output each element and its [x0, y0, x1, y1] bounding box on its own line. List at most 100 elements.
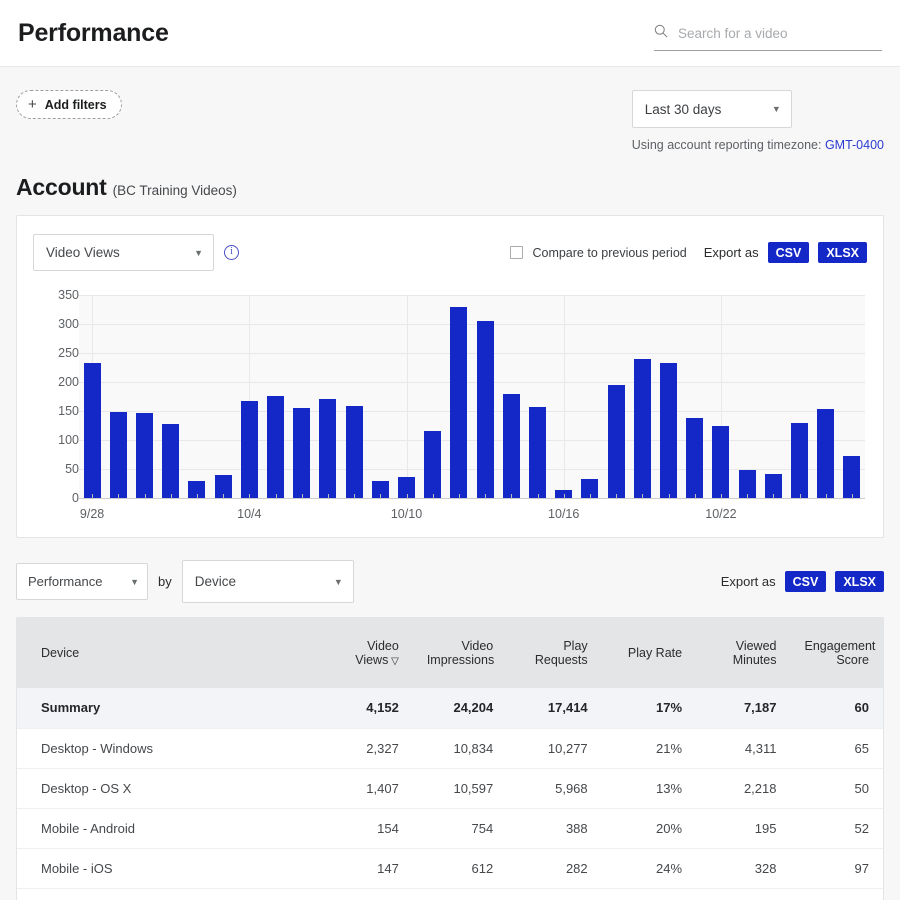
table-row[interactable]: Mobile - Android15475438820%19552	[17, 808, 883, 848]
chart-x-tickmark	[223, 494, 224, 499]
chart-y-tick-label: 300	[33, 317, 79, 331]
chart-bar[interactable]	[136, 413, 153, 498]
chart-x-tickmark	[616, 494, 617, 499]
metric-select[interactable]: Video Views ▼	[33, 234, 214, 271]
chart-x-tickmark	[459, 494, 460, 499]
table-cell-video_impressions: 612	[413, 848, 507, 888]
table-header-device[interactable]: Device	[17, 618, 318, 688]
table-header-engagement_score[interactable]: Engagement Score	[791, 618, 884, 688]
chart-bar[interactable]	[608, 385, 625, 498]
table-header-play_requests[interactable]: Play Requests	[507, 618, 601, 688]
table-controls: Performance ▼ by Device ▼ Export as CSV …	[16, 560, 884, 603]
chart-x-tick-label: 10/10	[391, 507, 422, 521]
table-row[interactable]: Desktop - Linux1031,01645410%12541	[17, 888, 883, 900]
chevron-down-icon: ▼	[334, 577, 343, 587]
table-header-viewed_minutes[interactable]: Viewed Minutes	[696, 618, 790, 688]
chart-y-tick-label: 150	[33, 404, 79, 418]
chart-x-tickmark	[328, 494, 329, 499]
chart-bar[interactable]	[477, 321, 494, 498]
chart-x-axis: 9/2810/410/1010/1610/22	[79, 507, 865, 527]
date-range-value: Last 30 days	[645, 102, 722, 117]
table-row[interactable]: Desktop - Windows2,32710,83410,27721%4,3…	[17, 728, 883, 768]
date-range-area: Last 30 days ▼ Using account reporting t…	[632, 90, 884, 152]
chart-bar[interactable]	[162, 424, 179, 498]
date-range-select[interactable]: Last 30 days ▼	[632, 90, 792, 128]
chart-bar[interactable]	[712, 426, 729, 498]
chart-bar[interactable]	[319, 399, 336, 498]
video-search[interactable]	[654, 24, 882, 51]
table-header-video_impressions[interactable]: Video Impressions	[413, 618, 507, 688]
chart-export-csv-button[interactable]: CSV	[768, 242, 810, 263]
table-cell-play_requests: 454	[507, 888, 601, 900]
table-header-label: Viewed Minutes	[733, 639, 777, 667]
chart-bar[interactable]	[110, 412, 127, 498]
compare-checkbox[interactable]	[510, 246, 523, 259]
add-filters-button[interactable]: + Add filters	[16, 90, 122, 119]
chart-x-tickmark	[511, 494, 512, 499]
table-cell-video_views: 147	[318, 848, 412, 888]
chart-x-tickmark	[695, 494, 696, 499]
timezone-prefix: Using account reporting timezone:	[632, 138, 825, 152]
chart-x-tickmark	[669, 494, 670, 499]
performance-table-card: DeviceVideo Views ▽ Video Impressions Play…	[16, 617, 884, 900]
report-type-select[interactable]: Performance ▼	[16, 563, 148, 600]
chart-bar[interactable]	[503, 394, 520, 498]
filter-bar: + Add filters Last 30 days ▼ Using accou…	[16, 67, 884, 152]
table-export-csv-button[interactable]: CSV	[785, 571, 827, 592]
chart-x-tickmark	[249, 494, 250, 499]
account-title: Account	[16, 174, 107, 201]
table-cell-device: Mobile - Android	[17, 808, 318, 848]
chart-y-tick-label: 200	[33, 375, 79, 389]
chart-bar[interactable]	[241, 401, 258, 498]
chart-bar[interactable]	[346, 406, 363, 498]
chart-y-tick-label: 50	[33, 462, 79, 476]
chart-x-tickmark	[118, 494, 119, 499]
chart-bar[interactable]	[450, 307, 467, 498]
table-cell-video_impressions: 24,204	[413, 688, 507, 728]
chart-y-axis: 050100150200250300350	[27, 295, 79, 499]
table-cell-viewed_minutes: 195	[696, 808, 790, 848]
chart-bar[interactable]	[817, 409, 834, 498]
chart-bar[interactable]	[686, 418, 703, 498]
table-row[interactable]: Desktop - OS X1,40710,5975,96813%2,21850	[17, 768, 883, 808]
chart-export-xlsx-button[interactable]: XLSX	[818, 242, 867, 263]
table-export-xlsx-button[interactable]: XLSX	[835, 571, 884, 592]
table-cell-video_impressions: 10,597	[413, 768, 507, 808]
table-cell-video_impressions: 10,834	[413, 728, 507, 768]
table-cell-video_views: 4,152	[318, 688, 412, 728]
chart-bar[interactable]	[84, 363, 101, 498]
chart-x-tickmark	[354, 494, 355, 499]
table-row[interactable]: Mobile - iOS14761228224%32897	[17, 848, 883, 888]
table-header-play_rate[interactable]: Play Rate	[602, 618, 696, 688]
chart-bar[interactable]	[634, 359, 651, 498]
table-summary-row[interactable]: Summary4,15224,20417,41417%7,18760	[17, 688, 883, 728]
chart-x-tickmark	[92, 494, 93, 499]
metric-value: Video Views	[46, 245, 120, 260]
chart-x-tickmark	[747, 494, 748, 499]
chart-bar[interactable]	[424, 431, 441, 498]
chart-x-tickmark	[538, 494, 539, 499]
chart-x-tickmark	[302, 494, 303, 499]
chart-bar[interactable]	[293, 408, 310, 498]
chart-x-tickmark	[171, 494, 172, 499]
chart-bar[interactable]	[660, 363, 677, 498]
table-cell-video_impressions: 754	[413, 808, 507, 848]
dimension-select[interactable]: Device ▼	[182, 560, 354, 603]
table-cell-play_requests: 17,414	[507, 688, 601, 728]
search-input[interactable]	[676, 25, 882, 42]
table-header-label: Video Impressions	[427, 639, 494, 667]
chart-toolbar: Video Views ▼ i Compare to previous peri…	[17, 216, 883, 281]
chart-y-tick-label: 0	[33, 491, 79, 505]
chart-bar[interactable]	[843, 456, 860, 498]
table-header-video_views[interactable]: Video Views ▽	[318, 618, 412, 688]
info-icon[interactable]: i	[224, 245, 239, 260]
table-cell-engagement_score: 97	[791, 848, 884, 888]
chart-bar[interactable]	[791, 423, 808, 498]
timezone-link[interactable]: GMT-0400	[825, 138, 884, 152]
chart-x-tickmark	[590, 494, 591, 499]
chart-bar[interactable]	[529, 407, 546, 498]
report-type-value: Performance	[28, 574, 102, 589]
table-cell-play_requests: 388	[507, 808, 601, 848]
table-cell-device: Desktop - OS X	[17, 768, 318, 808]
chart-bar[interactable]	[267, 396, 284, 498]
